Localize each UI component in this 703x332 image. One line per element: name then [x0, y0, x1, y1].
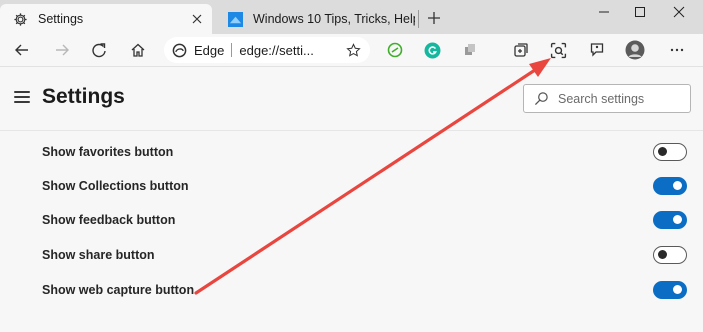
- address-brand: Edge: [194, 42, 225, 58]
- setting-row-share: Show share button: [42, 238, 687, 272]
- close-tab-icon[interactable]: [188, 10, 206, 28]
- menu-hamburger-icon[interactable]: [14, 91, 30, 105]
- home-button[interactable]: [124, 36, 152, 64]
- feedback-button-toggle[interactable]: [653, 211, 687, 229]
- gear-icon: [12, 11, 28, 27]
- tab-strip: Settings Windows 10 Tips, Tricks, Help, …: [0, 0, 703, 34]
- edge-logo-icon: [172, 42, 188, 58]
- tab-separator: [418, 10, 419, 28]
- web-capture-button-toggle[interactable]: [653, 281, 687, 299]
- content-separator: [0, 130, 703, 131]
- address-url[interactable]: edge://setti...: [239, 43, 343, 58]
- favorite-star-icon[interactable]: [344, 41, 362, 59]
- web-capture-icon[interactable]: [544, 36, 572, 64]
- close-window-button[interactable]: [662, 0, 696, 24]
- setting-row-feedback: Show feedback button: [42, 203, 687, 237]
- grammarly-icon[interactable]: [418, 36, 446, 64]
- share-button-toggle[interactable]: [653, 246, 687, 264]
- setting-label: Show feedback button: [42, 213, 176, 227]
- collections-icon[interactable]: [507, 36, 535, 64]
- tab-title: Windows 10 Tips, Tricks, Help, Su: [253, 12, 415, 26]
- minimize-button[interactable]: [587, 0, 621, 24]
- more-options-icon[interactable]: [663, 36, 691, 64]
- maximize-button[interactable]: [623, 0, 657, 24]
- setting-row-collections: Show Collections button: [42, 169, 687, 203]
- address-bar[interactable]: Edge edge://setti...: [164, 37, 370, 63]
- page-title: Settings: [42, 85, 125, 108]
- toolbar-divider: [0, 66, 703, 67]
- back-button[interactable]: [8, 36, 36, 64]
- extension-green-circle-icon[interactable]: [381, 36, 409, 64]
- toolbar: Edge edge://setti...: [0, 34, 703, 66]
- refresh-button[interactable]: [85, 36, 113, 64]
- search-settings-input[interactable]: Search settings: [523, 84, 691, 113]
- feedback-icon[interactable]: [583, 36, 611, 64]
- tab-title: Settings: [38, 12, 84, 26]
- favorites-button-toggle[interactable]: [653, 143, 687, 161]
- profile-avatar[interactable]: [621, 36, 649, 64]
- setting-label: Show share button: [42, 248, 155, 262]
- address-divider: [231, 43, 233, 57]
- extension-gray-icon[interactable]: [456, 36, 484, 64]
- site-favicon-icon: [227, 11, 243, 27]
- setting-label: Show Collections button: [42, 179, 189, 193]
- collections-button-toggle[interactable]: [653, 177, 687, 195]
- setting-row-web-capture: Show web capture button: [42, 273, 687, 307]
- setting-row-favorites: Show favorites button: [42, 135, 687, 169]
- search-placeholder: Search settings: [558, 91, 645, 106]
- new-tab-button[interactable]: [423, 6, 445, 30]
- tab-windows10-tips[interactable]: Windows 10 Tips, Tricks, Help, Su: [215, 4, 415, 34]
- search-icon: [534, 91, 550, 107]
- setting-label: Show favorites button: [42, 145, 174, 159]
- tab-settings[interactable]: Settings: [0, 4, 212, 34]
- forward-button[interactable]: [48, 36, 76, 64]
- setting-label: Show web capture button: [42, 283, 195, 297]
